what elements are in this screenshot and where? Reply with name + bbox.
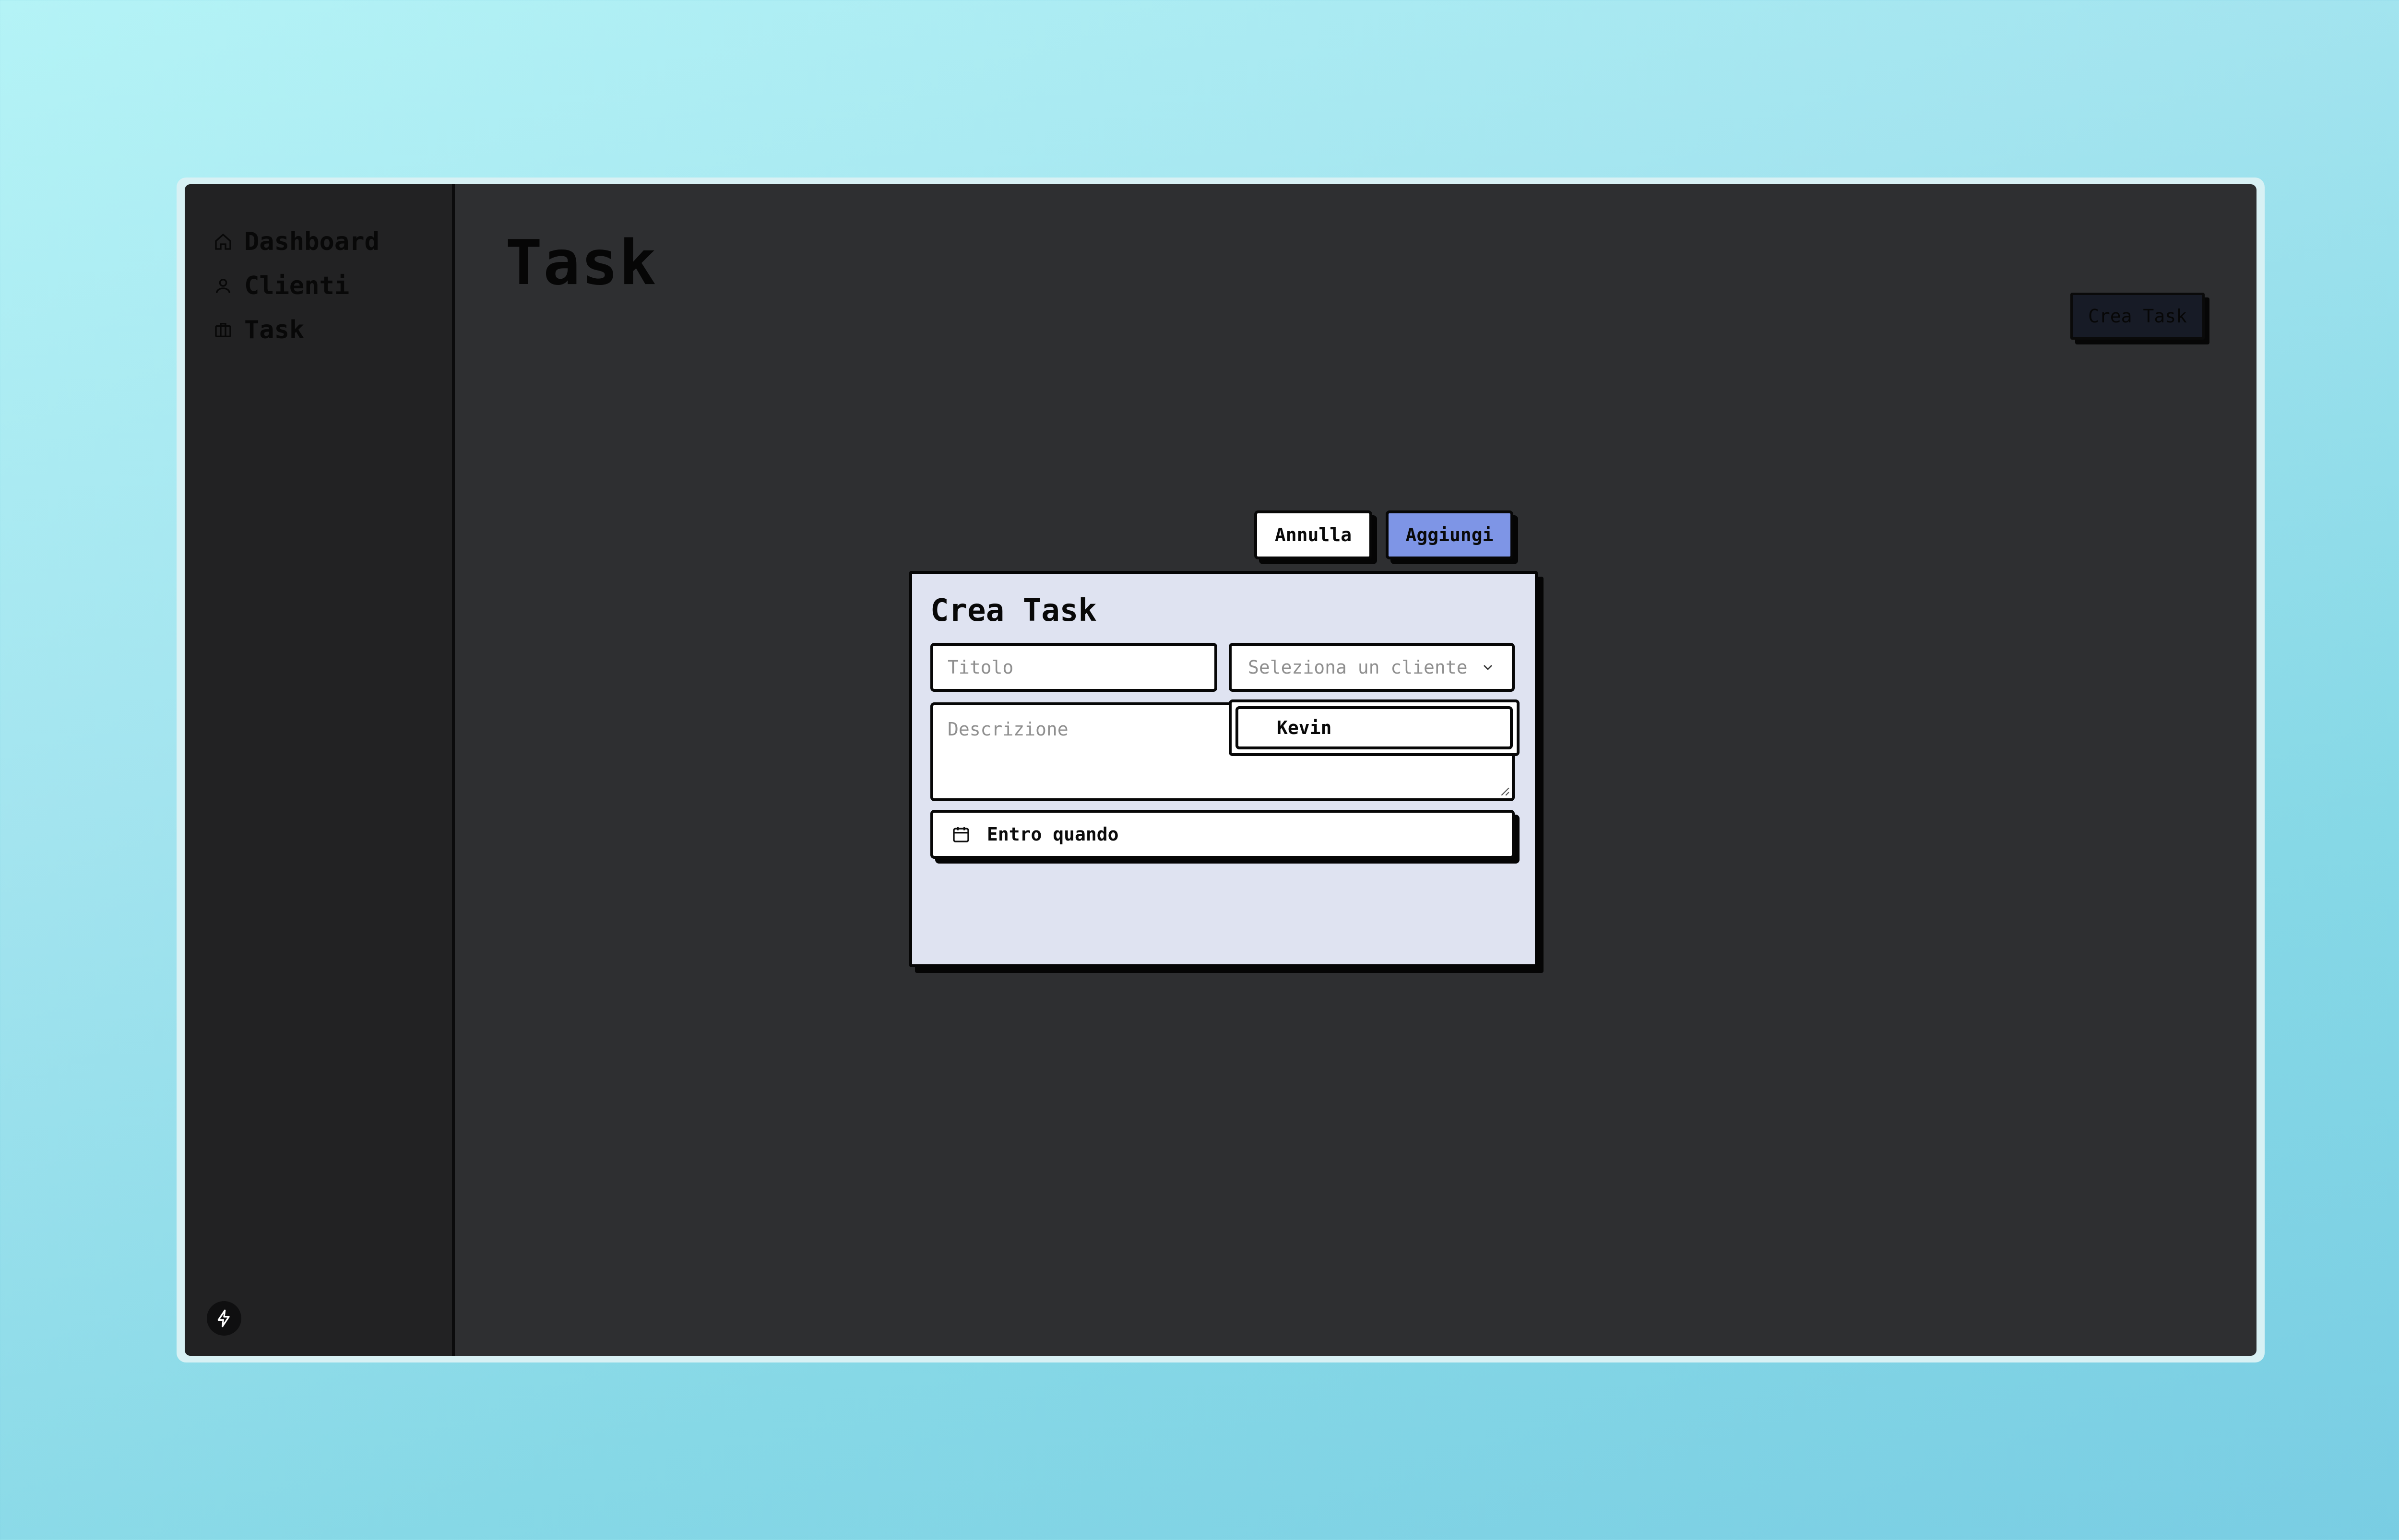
briefcase-icon [215,323,231,337]
calendar-icon [953,827,969,842]
create-task-dialog: Crea Task Titolo Seleziona un cliente De… [909,571,1538,967]
home-icon [215,233,231,250]
cancel-button[interactable]: Annulla [1254,510,1372,559]
lightning-icon [217,1309,230,1327]
sidebar-item-clienti[interactable]: Clienti [214,267,349,305]
page-title: Task [505,227,657,299]
dialog-title: Crea Task [930,593,1097,628]
user-icon [216,279,230,294]
due-date-picker[interactable]: Entro quando [930,810,1515,859]
app-window: Dashboard Clienti Task Task Crea Task Cr… [185,184,2256,1356]
client-select[interactable]: Seleziona un cliente [1229,643,1515,692]
resize-handle-icon[interactable] [1499,786,1510,796]
add-button[interactable]: Aggiungi [1386,510,1513,559]
sidebar-item-label: Dashboard [244,227,380,256]
title-input[interactable]: Titolo [930,643,1217,692]
app-logo-button[interactable] [207,1301,241,1336]
client-option-kevin[interactable]: Kevin [1235,706,1513,749]
chevron-down-icon [1484,665,1492,670]
client-dropdown: Kevin [1229,699,1520,756]
sidebar: Dashboard Clienti Task [185,184,455,1356]
create-task-button[interactable]: Crea Task [2070,293,2205,340]
client-select-placeholder: Seleziona un cliente [1248,657,1468,678]
description-placeholder: Descrizione [948,719,1069,740]
sidebar-item-dashboard[interactable]: Dashboard [214,223,380,261]
title-input-placeholder: Titolo [948,657,1014,678]
sidebar-item-task[interactable]: Task [214,311,304,349]
sidebar-item-label: Clienti [244,272,350,300]
sidebar-item-label: Task [244,316,305,344]
due-date-label: Entro quando [987,824,1119,845]
